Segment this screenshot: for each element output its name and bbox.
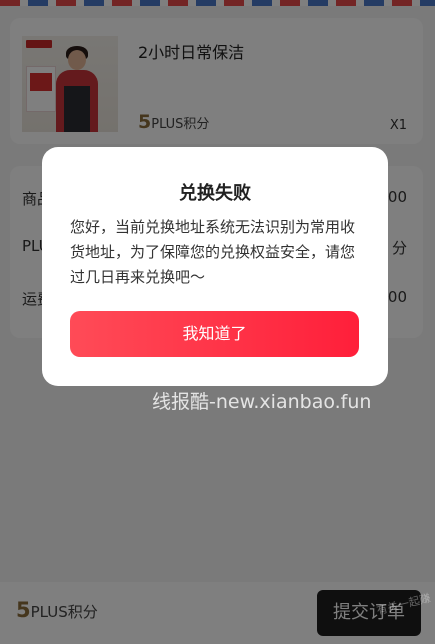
dialog-message: 您好，当前兑换地址系统无法识别为常用收货地址，为了保障您的兑换权益安全，请您过几…: [70, 218, 356, 286]
dialog-confirm-button[interactable]: 我知道了: [70, 311, 359, 357]
dialog-title: 兑换失败: [179, 183, 251, 204]
watermark-text: 线报酷-new.xianbao.fun: [152, 391, 372, 413]
exchange-failed-dialog: 兑换失败 您好，当前兑换地址系统无法识别为常用收货地址，为了保障您的兑换权益安全…: [42, 147, 388, 386]
